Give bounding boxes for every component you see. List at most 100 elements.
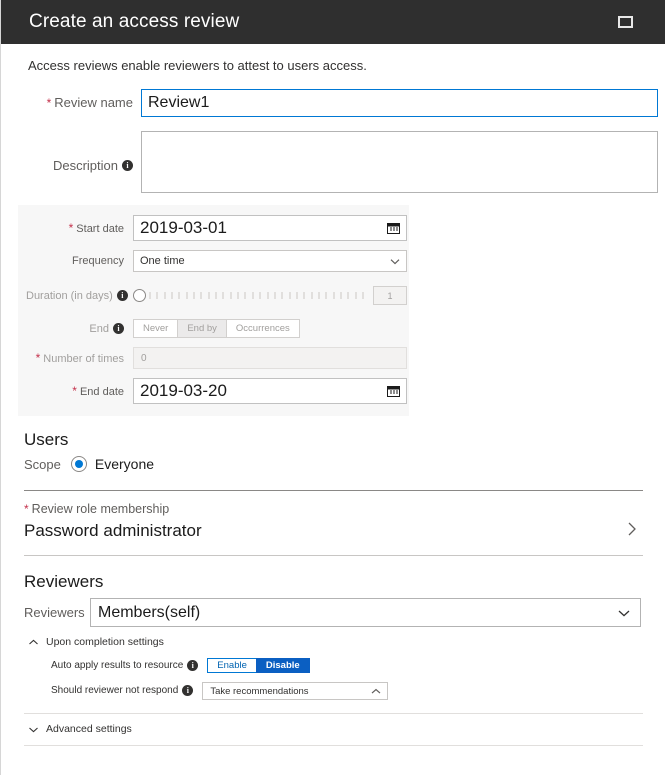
slider-tick <box>200 292 202 299</box>
duration-row: Duration (in days) i 1 <box>18 286 409 305</box>
info-icon[interactable]: i <box>187 660 198 671</box>
slider-tick <box>296 292 298 299</box>
slider-tick <box>156 292 158 299</box>
slider-tick <box>193 292 195 299</box>
slider-tick <box>303 292 305 299</box>
chevron-up-icon <box>28 637 39 648</box>
slider-tick <box>333 292 335 299</box>
reviewers-select[interactable]: Members(self) <box>90 598 641 627</box>
slider-tick <box>311 292 313 299</box>
slider-tick <box>237 292 239 299</box>
number-of-times-input[interactable]: 0 <box>133 347 407 369</box>
review-name-input[interactable] <box>141 89 658 117</box>
divider <box>24 713 643 714</box>
end-date-label-wrap: *End date <box>26 384 133 398</box>
number-of-times-label-wrap: *Number of times <box>26 351 133 365</box>
end-option-end-by[interactable]: End by <box>177 319 226 338</box>
slider-tick <box>186 292 188 299</box>
scope-radio-everyone[interactable] <box>71 456 87 472</box>
auto-apply-enable[interactable]: Enable <box>207 658 256 673</box>
slider-tick <box>267 292 269 299</box>
intro-text: Access reviews enable reviewers to attes… <box>28 58 665 73</box>
frequency-select[interactable]: One time <box>133 250 407 272</box>
review-name-label-wrap: *Review name <box>28 94 141 112</box>
number-of-times-row: *Number of times 0 <box>18 347 409 369</box>
calendar-icon[interactable] <box>387 222 400 234</box>
slider-tick <box>325 292 327 299</box>
not-respond-row: Should reviewer not respondi Take recomm… <box>51 682 665 700</box>
slider-tick <box>289 292 291 299</box>
slider-tick <box>347 292 349 299</box>
required-asterisk: * <box>69 221 74 235</box>
chevron-right-icon <box>626 520 638 538</box>
slider-tick <box>149 292 151 299</box>
reviewers-heading: Reviewers <box>24 572 665 592</box>
info-icon[interactable]: i <box>117 290 128 301</box>
not-respond-select[interactable]: Take recommendations <box>202 682 388 700</box>
duration-label-wrap: Duration (in days) i <box>26 290 133 302</box>
auto-apply-toggle: Enable Disable <box>207 658 309 673</box>
description-label: Description <box>53 158 118 173</box>
restore-icon <box>618 16 633 28</box>
divider <box>24 555 643 556</box>
chevron-up-icon <box>371 687 380 696</box>
auto-apply-label-wrap: Auto apply results to resource i <box>51 660 198 671</box>
divider <box>24 745 643 746</box>
review-role-membership-picker[interactable]: *Review role membership Password adminis… <box>24 502 643 541</box>
slider-tick <box>164 292 166 299</box>
reviewers-row: Reviewers Members(self) <box>24 598 665 627</box>
chevron-down-icon <box>28 724 39 735</box>
info-icon[interactable]: i <box>182 685 193 696</box>
page-title: Create an access review <box>29 11 239 33</box>
slider-tick <box>222 292 224 299</box>
auto-apply-label: Auto apply results to resource <box>51 660 183 671</box>
slider-tick <box>318 292 320 299</box>
slider-track[interactable] <box>149 291 364 300</box>
description-input[interactable] <box>141 131 658 193</box>
advanced-settings-toggle[interactable]: Advanced settings <box>28 723 665 735</box>
auto-apply-disable[interactable]: Disable <box>256 658 310 673</box>
end-date-value: 2019-03-20 <box>140 381 227 401</box>
duration-slider[interactable]: 1 <box>133 286 407 305</box>
required-asterisk: * <box>24 502 29 516</box>
role-membership-value: Password administrator <box>24 521 643 541</box>
info-icon[interactable]: i <box>122 160 133 171</box>
number-of-times-label: Number of times <box>43 353 124 365</box>
end-option-never[interactable]: Never <box>133 319 177 338</box>
upon-completion-settings-toggle[interactable]: Upon completion settings <box>28 636 665 648</box>
required-asterisk: * <box>36 351 41 365</box>
duration-value[interactable]: 1 <box>373 286 407 305</box>
ellipsis-icon: ⋮ <box>651 17 655 27</box>
restore-window-button[interactable] <box>616 13 634 31</box>
start-date-label: Start date <box>76 223 124 235</box>
chevron-down-icon <box>390 257 399 266</box>
slider-tick <box>171 292 173 299</box>
start-date-label-wrap: *Start date <box>26 221 133 235</box>
upon-completion-settings-label: Upon completion settings <box>46 636 164 648</box>
role-membership-label: Review role membership <box>32 502 170 516</box>
users-heading: Users <box>24 430 665 450</box>
required-asterisk: * <box>47 96 52 110</box>
end-option-occurrences[interactable]: Occurrences <box>226 319 300 338</box>
more-actions-button[interactable]: ⋮ <box>644 13 662 31</box>
slider-tick <box>259 292 261 299</box>
info-icon[interactable]: i <box>113 323 124 334</box>
scope-label: Scope <box>24 457 61 472</box>
end-date-input[interactable]: 2019-03-20 <box>133 378 407 404</box>
slider-thumb[interactable] <box>133 289 146 302</box>
scope-value: Everyone <box>95 456 154 472</box>
role-membership-label-wrap: *Review role membership <box>24 502 643 516</box>
frequency-label: Frequency <box>26 255 133 267</box>
end-label-wrap: Endi <box>26 323 133 335</box>
divider <box>24 490 643 491</box>
slider-tick <box>362 292 364 299</box>
scope-row: Scope Everyone <box>24 456 665 472</box>
chevron-down-icon <box>617 606 631 620</box>
review-name-label: Review name <box>54 95 133 110</box>
calendar-icon[interactable] <box>387 385 400 397</box>
radio-dot <box>75 460 83 468</box>
start-date-value: 2019-03-01 <box>140 218 227 238</box>
start-date-input[interactable]: 2019-03-01 <box>133 215 407 241</box>
duration-label: Duration (in days) <box>26 290 113 302</box>
schedule-panel: *Start date 2019-03-01 Frequency <box>18 205 409 416</box>
